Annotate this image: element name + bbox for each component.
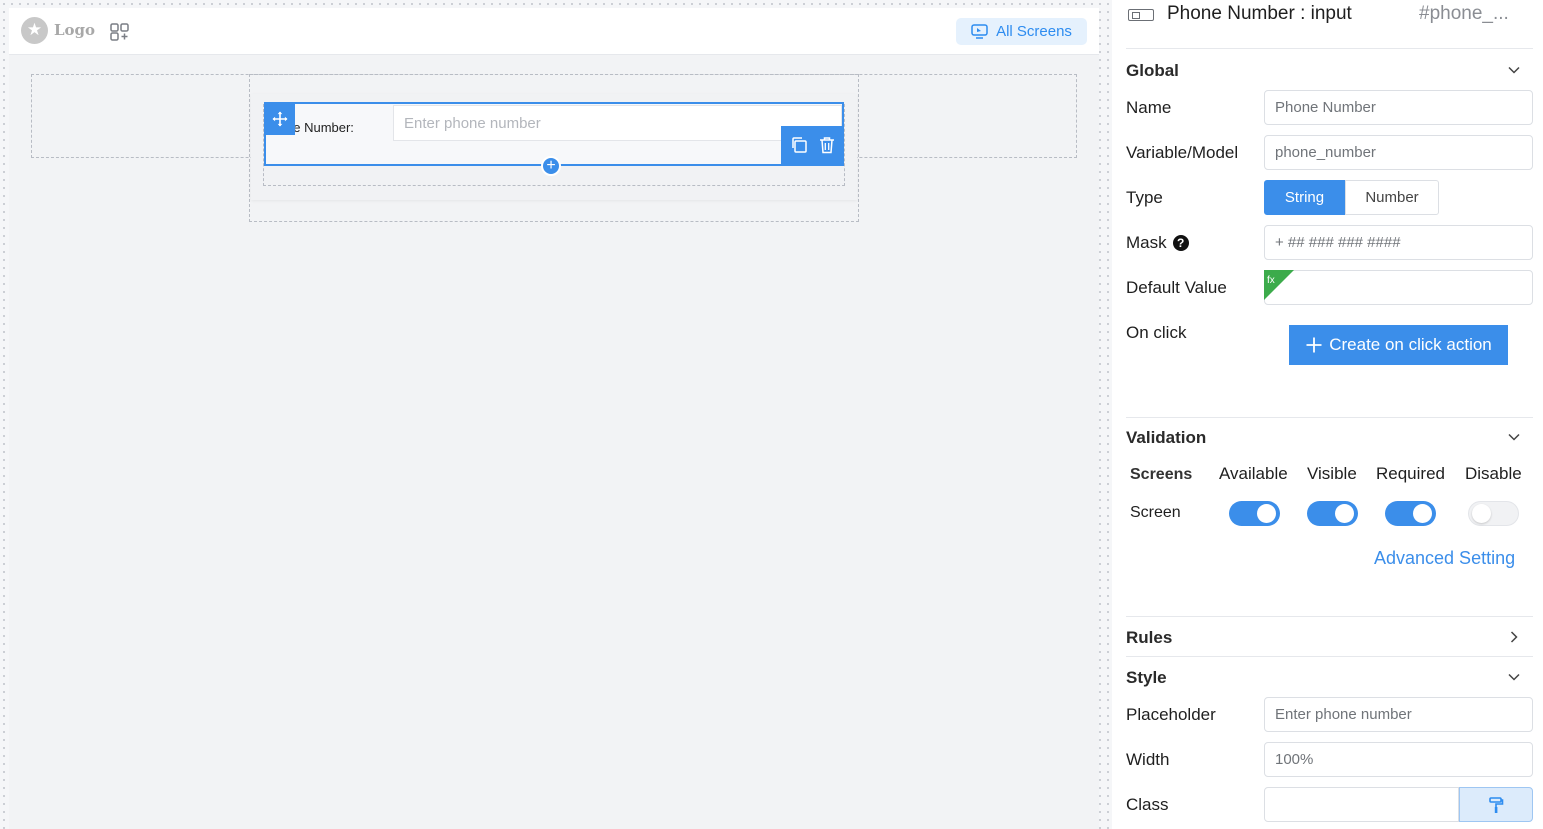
rules-section-title[interactable]: Rules: [1126, 628, 1172, 648]
paint-roller-icon: [1489, 796, 1504, 813]
chevron-down-icon[interactable]: [1506, 429, 1522, 445]
fx-expression-icon[interactable]: fx: [1264, 270, 1294, 300]
placeholder-label: Placeholder: [1126, 705, 1216, 724]
divider: [1126, 656, 1533, 657]
all-screens-label: All Screens: [996, 23, 1072, 40]
chevron-right-icon[interactable]: [1506, 629, 1522, 645]
toggle-knob: [1257, 504, 1276, 523]
all-screens-button[interactable]: All Screens: [956, 18, 1087, 45]
validation-col-visible: Visible: [1307, 464, 1357, 483]
mask-label: Mask?: [1126, 233, 1189, 253]
variable-label: Variable/Model: [1126, 143, 1239, 162]
width-label: Width: [1126, 750, 1170, 769]
placeholder-input[interactable]: Enter phone number: [1264, 697, 1533, 732]
panel-title: Phone Number : input: [1167, 3, 1352, 24]
class-label: Class: [1126, 795, 1169, 814]
validation-col-required: Required: [1376, 464, 1445, 483]
phone-field-label: ne Number:: [286, 120, 354, 135]
name-input[interactable]: Phone Number: [1264, 90, 1533, 125]
create-onclick-action-button[interactable]: Create on click action: [1289, 325, 1508, 365]
onclick-label: On click: [1126, 323, 1187, 342]
create-onclick-action-label: Create on click action: [1329, 335, 1492, 354]
panel-header: Phone Number : input #phone_...: [1112, 0, 1543, 34]
logo-text: Logo: [54, 21, 96, 39]
type-string-option[interactable]: String: [1264, 180, 1345, 215]
class-input[interactable]: [1264, 787, 1459, 822]
class-style-button[interactable]: [1459, 787, 1533, 822]
divider: [1126, 417, 1533, 418]
screens-icon: [971, 24, 988, 39]
add-below-plus-icon[interactable]: +: [541, 156, 561, 176]
chevron-down-icon[interactable]: [1506, 62, 1522, 78]
preview-top-bar: ★ Logo All Screens: [9, 8, 1099, 55]
default-value-label: Default Value: [1126, 278, 1227, 297]
divider: [1126, 616, 1533, 617]
copy-icon[interactable]: [790, 136, 808, 154]
available-toggle[interactable]: [1229, 501, 1280, 526]
advanced-setting-link[interactable]: Advanced Setting: [1374, 548, 1515, 569]
logo-star-icon: ★: [21, 16, 48, 44]
fx-label: fx: [1267, 275, 1275, 286]
toggle-knob: [1335, 504, 1354, 523]
toggle-knob: [1413, 504, 1432, 523]
plus-icon: [1306, 337, 1322, 353]
type-number-option[interactable]: Number: [1345, 180, 1439, 215]
properties-panel: Phone Number : input #phone_... Global N…: [1112, 0, 1543, 829]
variable-input[interactable]: phone_number: [1264, 135, 1533, 170]
help-icon[interactable]: ?: [1172, 235, 1189, 251]
default-value-input[interactable]: [1264, 270, 1533, 305]
width-input[interactable]: 100%: [1264, 742, 1533, 777]
type-label: Type: [1126, 188, 1163, 207]
phone-input[interactable]: Enter phone number: [393, 105, 842, 141]
mask-label-text: Mask: [1126, 233, 1167, 252]
input-type-icon: [1128, 9, 1154, 21]
disable-toggle[interactable]: [1468, 501, 1519, 526]
validation-col-disable: Disable: [1465, 464, 1522, 483]
move-handle[interactable]: [264, 102, 295, 135]
screen-preview: ★ Logo All Screens ne Number: Enter phon…: [9, 8, 1099, 829]
add-widget-grid-icon[interactable]: [110, 23, 130, 41]
name-label: Name: [1126, 98, 1172, 117]
mask-input[interactable]: + ## ### ### ####: [1264, 225, 1533, 260]
validation-col-available: Available: [1219, 464, 1288, 483]
move-icon: [272, 111, 287, 126]
validation-section-title[interactable]: Validation: [1126, 428, 1206, 448]
style-section-title[interactable]: Style: [1126, 668, 1167, 688]
logo: ★ Logo: [21, 16, 96, 44]
type-segmented-control: String Number: [1264, 180, 1439, 215]
header-divider: [1126, 48, 1533, 49]
validation-row-screen: Screen: [1130, 504, 1181, 521]
validation-col-screens: Screens: [1130, 466, 1193, 483]
required-toggle[interactable]: [1385, 501, 1436, 526]
toggle-knob: [1472, 504, 1491, 523]
trash-icon[interactable]: [819, 136, 835, 154]
chevron-down-icon[interactable]: [1506, 669, 1522, 685]
selected-phone-field[interactable]: ne Number: Enter phone number +: [264, 102, 844, 176]
global-section-title[interactable]: Global: [1126, 61, 1179, 81]
visible-toggle[interactable]: [1307, 501, 1358, 526]
design-canvas[interactable]: ★ Logo All Screens ne Number: Enter phon…: [0, 0, 1112, 829]
component-id: #phone_...: [1419, 3, 1509, 24]
field-actions-toolbar: [781, 126, 844, 164]
